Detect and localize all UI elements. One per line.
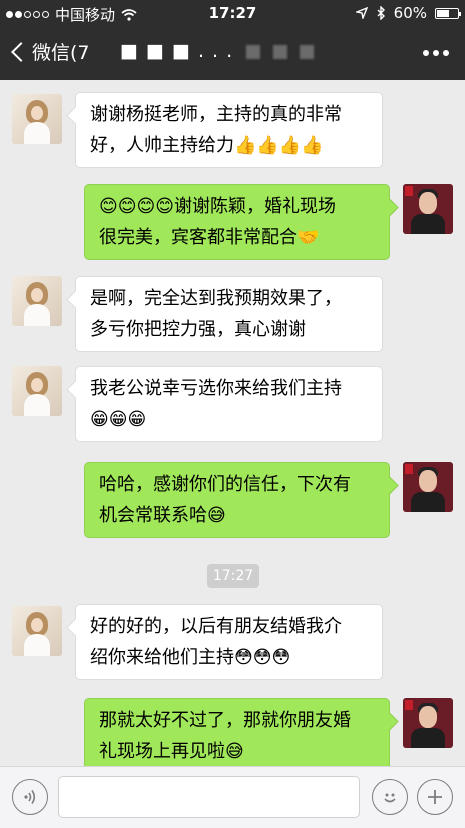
message-line: 好的好的，以后有朋友结婚我介 (90, 616, 342, 637)
chat-area[interactable]: 谢谢杨挺老师，主持的真的非常 好，人帅主持给力👍👍👍👍 😊😊😊😊谢谢陈颖，婚礼现… (0, 80, 465, 774)
message-input[interactable] (58, 776, 360, 818)
message-line: 那就太好不过了，那就你朋友婚 (99, 710, 351, 731)
redacted-block (300, 44, 315, 59)
contact-avatar[interactable] (12, 606, 62, 656)
message-bubble-incoming[interactable]: 好的好的，以后有朋友结婚我介 绍你来给他们主持😳😳😳 (75, 604, 383, 680)
contact-avatar[interactable] (12, 276, 62, 326)
message-line: 我老公说幸亏选你来给我们主持 (90, 378, 342, 399)
contact-avatar[interactable] (12, 366, 62, 416)
my-avatar[interactable] (403, 698, 453, 748)
back-label: 微信(7 (32, 42, 90, 64)
chat-timestamp: 17:27 (207, 564, 259, 588)
message-line: 谢谢杨挺老师，主持的真的非常 (90, 104, 342, 125)
redacted-block (246, 44, 261, 59)
message-line: 😊😊😊😊谢谢陈颖，婚礼现场 (99, 196, 337, 217)
battery-icon (435, 7, 461, 19)
input-bar (0, 766, 465, 828)
message-bubble-incoming[interactable]: 谢谢杨挺老师，主持的真的非常 好，人帅主持给力👍👍👍👍 (75, 92, 383, 168)
plus-icon[interactable] (417, 779, 453, 815)
message-bubble-outgoing[interactable]: 那就太好不过了，那就你朋友婚 礼现场上再见啦😅 (84, 698, 390, 774)
back-button[interactable]: 微信(7 (8, 38, 90, 65)
message-bubble-incoming[interactable]: 是啊，完全达到我预期效果了， 多亏你把控力强，真心谢谢 (75, 276, 383, 352)
message-bubble-outgoing[interactable]: 哈哈，感谢你们的信任，下次有 机会常联系哈😅 (84, 462, 390, 538)
location-arrow-icon (355, 7, 368, 19)
chat-title: ■ ■ ■ . . . (120, 40, 315, 62)
message-line: 😁😁😁 (90, 409, 147, 430)
message-line: 绍你来给他们主持😳😳😳 (90, 647, 291, 668)
my-avatar[interactable] (403, 462, 453, 512)
message-line: 哈哈，感谢你们的信任，下次有 (99, 474, 351, 495)
contact-avatar[interactable] (12, 94, 62, 144)
chevron-left-icon (11, 41, 31, 62)
emoji-smile-icon[interactable] (372, 779, 408, 815)
my-avatar[interactable] (403, 184, 453, 234)
more-dots-icon[interactable] (423, 50, 449, 56)
status-bar: 中国移动 17:27 60% (0, 0, 465, 26)
message-line: 好，人帅主持给力👍👍👍👍 (90, 135, 324, 156)
message-line: 很完美，宾客都非常配合🤝 (99, 227, 320, 248)
message-line: 礼现场上再见啦😅 (99, 741, 244, 762)
message-bubble-incoming[interactable]: 我老公说幸亏选你来给我们主持 😁😁😁 (75, 366, 383, 442)
chat-title-text: ■ ■ ■ . . . (120, 40, 234, 62)
bluetooth-icon (377, 6, 385, 20)
message-bubble-outgoing[interactable]: 😊😊😊😊谢谢陈颖，婚礼现场 很完美，宾客都非常配合🤝 (84, 184, 390, 260)
redacted-block (273, 44, 288, 59)
battery-percent: 60% (393, 4, 427, 22)
message-line: 机会常联系哈😅 (99, 505, 226, 526)
message-line: 是啊，完全达到我预期效果了， (90, 288, 342, 309)
nav-bar: 微信(7 ■ ■ ■ . . . (0, 26, 465, 80)
message-line: 多亏你把控力强，真心谢谢 (90, 319, 306, 340)
voice-icon[interactable] (12, 779, 48, 815)
